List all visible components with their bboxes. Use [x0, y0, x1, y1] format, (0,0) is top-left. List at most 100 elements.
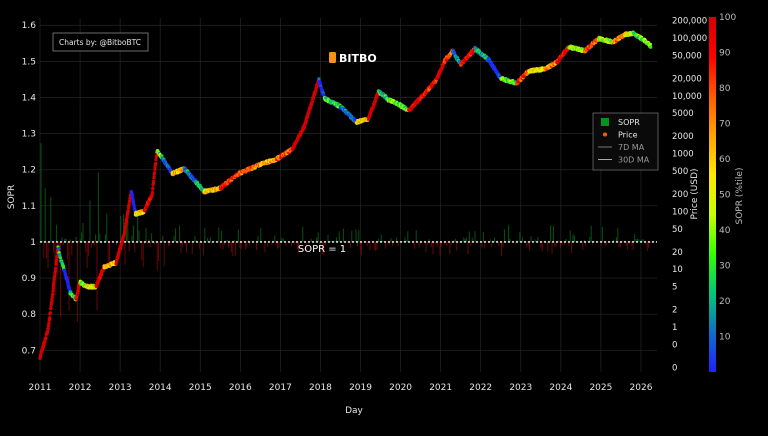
x-tick-label: 2016: [229, 383, 252, 393]
price-point: [76, 291, 80, 295]
legend-swatch-price: [603, 132, 607, 137]
legend-swatch-sopr: [601, 118, 609, 126]
sopr-tick-label: 1.2: [22, 166, 36, 176]
price-tick-label: 1: [672, 323, 677, 333]
price-point: [51, 286, 55, 290]
sopr-tick-label: 0.7: [22, 346, 36, 356]
price-tick-label: 1000: [672, 150, 694, 160]
colorbar-tick-label: 20: [719, 297, 731, 307]
price-point: [99, 272, 103, 276]
price-tick-label: 5000: [672, 109, 694, 119]
colorbar-label: SOPR (%tile): [735, 168, 745, 225]
x-tick-label: 2015: [189, 383, 212, 393]
sopr-tick-label: 1.5: [22, 57, 36, 67]
x-tick-label: 2013: [109, 383, 132, 393]
price-point: [117, 250, 121, 254]
x-axis-ticks: 2011 2012 2013 2014 2015 2016 2017 2018 2019 2020…: [29, 383, 653, 393]
price-point: [130, 193, 134, 197]
bitbo-icon: [329, 52, 336, 63]
colorbar-tick-label: 40: [719, 226, 731, 236]
colorbar-tick-label: 10: [719, 333, 731, 343]
colorbar-tick-label: 30: [719, 262, 731, 272]
brand-text: BITBO: [339, 52, 377, 65]
colorbar-tick-label: 80: [719, 84, 731, 94]
sopr-axis-label: SOPR: [7, 185, 17, 209]
price-point: [304, 119, 308, 123]
price-point: [151, 186, 155, 190]
price-tick-label: 0: [672, 363, 677, 373]
price-tick-label: 50: [672, 225, 683, 235]
price-point: [126, 208, 130, 213]
credit-box: Charts by: @BitboBTC: [52, 32, 149, 52]
price-tick-label: 2: [672, 306, 677, 316]
price-tick-label: 500: [672, 167, 688, 177]
price-point: [649, 45, 653, 49]
x-tick-label: 2026: [630, 383, 653, 393]
price-tick-label: 10,000: [672, 92, 702, 102]
sopr-tick-label: 1: [30, 238, 36, 248]
x-tick-label: 2017: [269, 383, 292, 393]
price-tick-label: 200: [672, 190, 688, 200]
price-point: [150, 190, 154, 195]
legend: SOPR Price 7D MA 30D MA: [592, 112, 659, 171]
price-point: [39, 354, 43, 358]
x-tick-label: 2021: [429, 383, 452, 393]
price-tick-label: 10: [672, 265, 683, 275]
sopr-tick-label: 1.6: [22, 21, 37, 31]
price-point: [44, 336, 48, 340]
price-tick-label: 200,000: [672, 17, 707, 27]
sopr-tick-label: 1.1: [22, 202, 36, 212]
price-point: [369, 111, 373, 115]
colorbar: [709, 17, 716, 372]
colorbar-tick-label: 50: [719, 191, 731, 201]
x-axis-label: Day: [345, 406, 363, 416]
price-point: [64, 273, 68, 277]
x-tick-label: 2019: [349, 383, 372, 393]
sopr-tick-label: 1.3: [22, 130, 36, 140]
price-point: [131, 200, 136, 204]
price-tick-label: 100,000: [672, 34, 707, 44]
price-point: [55, 258, 59, 262]
x-tick-label: 2023: [509, 383, 532, 393]
price-point: [153, 171, 157, 175]
price-tick-label: 2000: [672, 132, 694, 142]
price-tick-label: 5: [672, 283, 677, 293]
x-tick-label: 2014: [149, 383, 172, 393]
sopr-tick-label: 0.9: [22, 274, 37, 284]
price-point: [50, 301, 54, 306]
price-tick-label: 0: [672, 340, 677, 350]
price-point: [310, 100, 314, 104]
price-point: [154, 161, 158, 165]
x-tick-label: 2020: [389, 383, 412, 393]
price-tick-label: 100: [672, 207, 688, 217]
colorbar-tick-label: 60: [719, 155, 731, 165]
legend-label: SOPR: [618, 118, 640, 127]
price-point: [51, 292, 55, 296]
legend-label: 30D MA: [618, 156, 650, 165]
x-tick-label: 2011: [29, 383, 52, 393]
chart-canvas: 0.7 0.8 0.9 1 1.1 1.2 1.3 1.4 1.5 1.6 200,000 100,…: [7, 13, 745, 416]
price-point: [48, 316, 52, 320]
credit-text: Charts by: @BitboBTC: [59, 38, 141, 47]
legend-label: 7D MA: [618, 143, 645, 152]
legend-label: Price: [618, 131, 638, 140]
price-point: [48, 311, 53, 315]
price-point: [47, 321, 51, 325]
sopr-tick-label: 1.4: [22, 93, 37, 103]
x-tick-label: 2022: [469, 383, 492, 393]
x-tick-label: 2012: [69, 383, 92, 393]
colorbar-tick-label: 90: [719, 49, 731, 59]
price-point: [152, 179, 156, 183]
sopr-axis-ticks: 0.7 0.8 0.9 1 1.1 1.2 1.3 1.4 1.5 1.6: [22, 21, 37, 356]
brand-logo: BITBO: [329, 52, 377, 65]
price-point: [50, 298, 54, 303]
sopr-tick-label: 0.8: [22, 310, 37, 320]
price-point: [58, 256, 63, 260]
price-point: [53, 274, 57, 278]
colorbar-ticks: 100 90 80 70 60 50 40 30 20 10: [719, 13, 736, 343]
price-axis-label: Price (USD): [690, 168, 700, 219]
price-tick-label: 20: [672, 248, 683, 258]
price-point: [54, 266, 58, 270]
colorbar-tick-label: 70: [719, 120, 731, 130]
x-tick-label: 2024: [549, 383, 572, 393]
